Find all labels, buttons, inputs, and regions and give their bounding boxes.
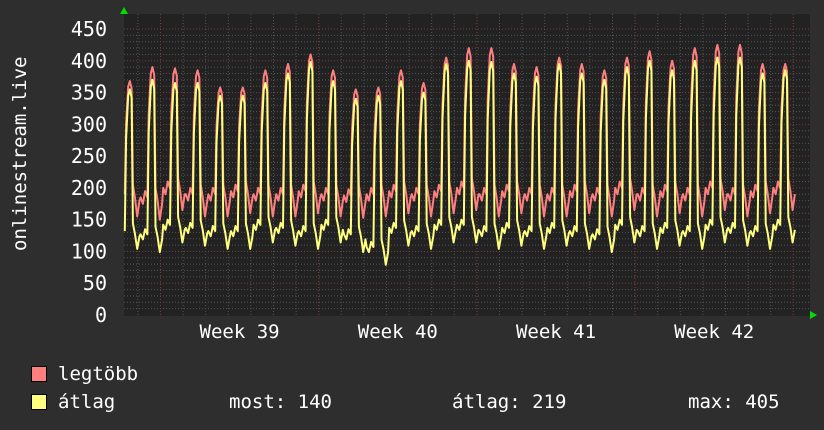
stat-now: most: 140 (229, 391, 332, 413)
x-tick-label: Week 39 (200, 321, 280, 343)
y-tick-label: 300 (71, 112, 107, 136)
y-tick-label: 100 (71, 239, 107, 263)
y-axis-arrow-icon (120, 7, 128, 14)
y-tick-label: 150 (71, 208, 107, 232)
legend-label-legtobb: legtöbb (58, 363, 139, 385)
y-tick-label: 450 (71, 17, 107, 41)
legend-swatch-legtobb (31, 366, 47, 382)
legend-swatch-atlag (31, 394, 47, 410)
y-tick-label: 350 (71, 81, 107, 105)
y-tick-label: 50 (83, 271, 107, 295)
x-tick-label: Week 40 (358, 321, 438, 343)
y-tick-label: 250 (71, 144, 107, 168)
y-axis-label: onlinestream.live (9, 56, 31, 251)
x-tick-label: Week 42 (674, 321, 754, 343)
stat-avg: átlag: 219 (452, 391, 567, 413)
legend-label-atlag: átlag (58, 391, 116, 413)
y-tick-label: 0 (95, 303, 107, 327)
y-tick-label: 200 (71, 176, 107, 200)
y-tick-label: 400 (71, 49, 107, 73)
x-tick-label: Week 41 (516, 321, 596, 343)
x-axis-arrow-icon (810, 311, 817, 319)
stat-max: max: 405 (688, 391, 780, 413)
